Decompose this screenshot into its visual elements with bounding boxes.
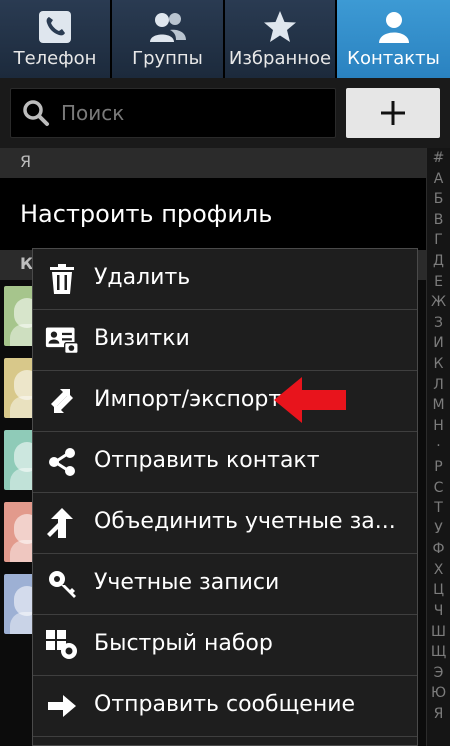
section-header-me: Я <box>0 148 426 178</box>
tab-favorites[interactable]: Избранное <box>225 0 337 78</box>
setup-profile-label: Настроить профиль <box>20 200 273 228</box>
menu-item-accounts-label: Учетные записи <box>94 570 280 595</box>
index-letter[interactable]: Х <box>427 560 450 581</box>
contact-avatar[interactable] <box>4 286 34 346</box>
phone-icon <box>0 0 110 48</box>
contact-icon <box>337 0 450 48</box>
add-contact-button[interactable] <box>346 88 440 138</box>
menu-item-business-cards[interactable]: Визитки <box>33 310 417 371</box>
tab-phone[interactable]: Телефон <box>0 0 112 78</box>
index-letter[interactable]: Г <box>427 230 450 251</box>
index-letter[interactable]: Щ <box>427 642 450 663</box>
index-letter[interactable]: Ф <box>427 539 450 560</box>
alphabet-index[interactable]: # А Б В Г Д Е Ж З И К Л М Н · Р С Т У Ф … <box>426 148 450 746</box>
options-menu: Удалить Визитки Импорт/экспорт Отправить… <box>32 248 418 746</box>
search-icon <box>11 99 61 127</box>
menu-item-delete[interactable]: Удалить <box>33 249 417 310</box>
index-letter[interactable]: С <box>427 478 450 499</box>
menu-item-send-message-label: Отправить сообщение <box>94 692 356 717</box>
groups-icon <box>112 0 223 48</box>
index-letter[interactable]: Н <box>427 416 450 437</box>
index-letter[interactable]: # <box>427 148 450 169</box>
index-letter[interactable]: Ш <box>427 622 450 643</box>
share-icon <box>45 445 79 479</box>
tab-groups-label: Группы <box>132 48 203 69</box>
contact-avatar[interactable] <box>4 574 34 634</box>
menu-item-import-export-label: Импорт/экспорт <box>94 387 282 412</box>
contact-avatar[interactable] <box>4 358 34 418</box>
menu-item-speed-dial[interactable]: Быстрый набор <box>33 615 417 676</box>
menu-item-speed-dial-label: Быстрый набор <box>94 631 273 656</box>
index-letter[interactable]: Б <box>427 189 450 210</box>
import-export-icon <box>45 384 79 418</box>
index-letter[interactable]: У <box>427 519 450 540</box>
menu-item-send-contact[interactable]: Отправить контакт <box>33 432 417 493</box>
index-letter[interactable]: Е <box>427 272 450 293</box>
index-letter[interactable]: Ч <box>427 601 450 622</box>
menu-item-import-export[interactable]: Импорт/экспорт <box>33 371 417 432</box>
index-letter[interactable]: К <box>427 354 450 375</box>
menu-item-merge-accounts-label: Объединить учетные за... <box>94 509 396 534</box>
search-placeholder: Поиск <box>61 101 125 125</box>
trash-icon <box>45 262 79 296</box>
index-letter[interactable]: · <box>427 436 450 457</box>
tab-favorites-label: Избранное <box>228 48 332 69</box>
index-letter[interactable]: В <box>427 210 450 231</box>
index-letter[interactable]: Т <box>427 498 450 519</box>
tab-contacts[interactable]: Контакты <box>337 0 450 78</box>
index-letter[interactable]: З <box>427 313 450 334</box>
index-letter[interactable]: Ж <box>427 292 450 313</box>
search-input[interactable]: Поиск <box>10 88 336 138</box>
menu-item-send-contact-label: Отправить контакт <box>94 448 320 473</box>
tab-bar: Телефон Группы Избранное Контакты <box>0 0 450 78</box>
index-letter[interactable]: М <box>427 395 450 416</box>
index-letter[interactable]: Э <box>427 663 450 684</box>
speed-dial-icon <box>45 628 79 662</box>
index-letter[interactable]: Я <box>427 704 450 725</box>
menu-item-merge-accounts[interactable]: Объединить учетные за... <box>33 493 417 554</box>
contact-avatar[interactable] <box>4 502 34 562</box>
menu-item-delete-label: Удалить <box>94 265 191 290</box>
index-letter[interactable]: И <box>427 333 450 354</box>
key-icon <box>45 567 79 601</box>
index-letter[interactable]: Ю <box>427 683 450 704</box>
business-card-icon <box>45 323 79 357</box>
setup-profile-row[interactable]: Настроить профиль <box>0 178 426 250</box>
menu-item-business-cards-label: Визитки <box>94 326 190 351</box>
index-letter[interactable]: Р <box>427 457 450 478</box>
tab-phone-label: Телефон <box>13 48 97 69</box>
send-arrow-icon <box>45 689 79 723</box>
index-letter[interactable]: Л <box>427 375 450 396</box>
merge-icon <box>45 506 79 540</box>
index-letter[interactable]: Д <box>427 251 450 272</box>
plus-icon <box>381 101 405 125</box>
tab-groups[interactable]: Группы <box>112 0 225 78</box>
annotation-arrow-icon <box>274 377 346 423</box>
tab-contacts-label: Контакты <box>347 48 440 69</box>
star-icon <box>225 0 335 48</box>
contact-avatar[interactable] <box>4 430 34 490</box>
menu-item-accounts[interactable]: Учетные записи <box>33 554 417 615</box>
section-header-me-label: Я <box>20 152 32 171</box>
menu-item-send-message[interactable]: Отправить сообщение <box>33 676 417 737</box>
index-letter[interactable]: А <box>427 169 450 190</box>
index-letter[interactable]: Ц <box>427 580 450 601</box>
